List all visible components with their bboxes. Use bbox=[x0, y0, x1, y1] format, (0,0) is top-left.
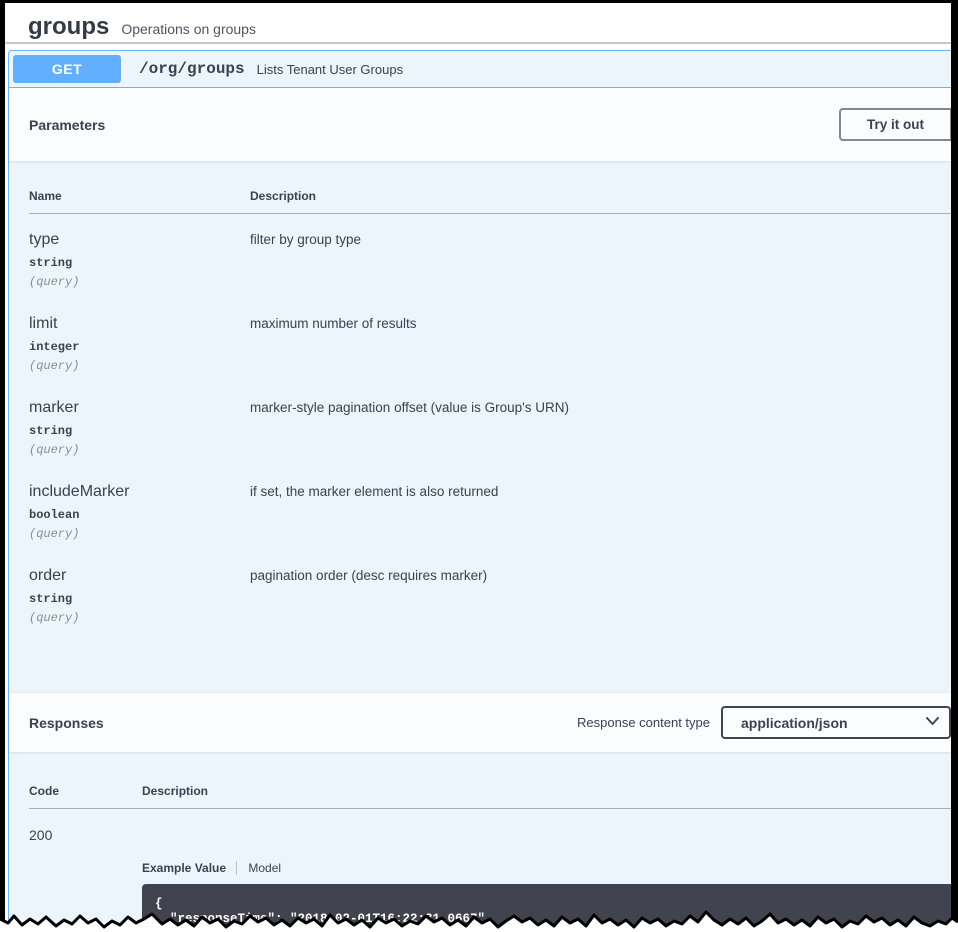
tag-title[interactable]: groups bbox=[28, 13, 109, 41]
responses-table: Code Description 200 Example Value Model… bbox=[29, 776, 951, 932]
response-content-type-container: application/json bbox=[721, 706, 951, 739]
responses-table-container: Code Description 200 Example Value Model… bbox=[9, 752, 951, 932]
try-it-out-button[interactable]: Try it out bbox=[839, 108, 951, 141]
parameters-section-header: Parameters Try it out bbox=[9, 88, 951, 161]
parameter-location: (query) bbox=[29, 443, 80, 457]
parameter-name: includeMarker bbox=[29, 483, 130, 500]
parameters-table-container: Name Description type string (query) fil… bbox=[9, 161, 951, 692]
parameter-name: limit bbox=[29, 315, 58, 332]
tag-description: Operations on groups bbox=[121, 20, 256, 37]
parameter-row: marker string (query) marker-style pagin… bbox=[29, 382, 951, 466]
parameter-description: filter by group type bbox=[250, 232, 362, 247]
operation-path: /org/groups bbox=[139, 60, 245, 78]
example-json: { "responseTime": "2018-02-01T16:22:31.0… bbox=[155, 897, 493, 932]
response-content-type-label: Response content type bbox=[577, 715, 710, 730]
parameter-description: marker-style pagination offset (value is… bbox=[250, 400, 569, 415]
parameters-description-header: Description bbox=[250, 181, 951, 214]
parameter-type: boolean bbox=[29, 508, 80, 522]
parameter-description: maximum number of results bbox=[250, 316, 417, 331]
parameter-location: (query) bbox=[29, 359, 80, 373]
parameter-location: (query) bbox=[29, 275, 80, 289]
response-row: 200 Example Value Model { "responseTime"… bbox=[29, 809, 951, 932]
responses-code-header: Code bbox=[29, 776, 142, 809]
parameter-row: includeMarker boolean (query) if set, th… bbox=[29, 466, 951, 550]
parameters-table: Name Description type string (query) fil… bbox=[29, 181, 951, 634]
responses-section-header: Responses Response content type applicat… bbox=[9, 692, 951, 752]
page-content: groups Operations on groups GET /org/gro… bbox=[5, 3, 951, 932]
parameter-type: string bbox=[29, 592, 73, 606]
parameters-bottom-spacer bbox=[29, 634, 951, 692]
tab-example-value[interactable]: Example Value bbox=[142, 861, 238, 875]
response-content-type-select[interactable]: application/json bbox=[721, 706, 951, 739]
parameter-row: limit integer (query) maximum number of … bbox=[29, 298, 951, 382]
parameter-location: (query) bbox=[29, 611, 80, 625]
parameter-row: order string (query) pagination order (d… bbox=[29, 550, 951, 634]
parameter-name: type bbox=[29, 231, 60, 248]
responses-description-header: Description bbox=[142, 776, 951, 809]
parameter-name: order bbox=[29, 567, 67, 584]
example-value-code-block: { "responseTime": "2018-02-01T16:22:31.0… bbox=[142, 884, 951, 932]
operation-summary-text: Lists Tenant User Groups bbox=[256, 61, 404, 77]
responses-title: Responses bbox=[29, 714, 104, 731]
parameter-name: marker bbox=[29, 399, 79, 416]
parameter-type: integer bbox=[29, 340, 80, 354]
parameter-description: if set, the marker element is also retur… bbox=[250, 484, 499, 499]
opblock-get: GET /org/groups Lists Tenant User Groups… bbox=[8, 50, 951, 932]
parameter-location: (query) bbox=[29, 527, 80, 541]
parameter-type: string bbox=[29, 424, 73, 438]
parameter-type: string bbox=[29, 256, 73, 270]
response-status-code: 200 bbox=[29, 827, 53, 843]
operation-summary[interactable]: GET /org/groups Lists Tenant User Groups bbox=[9, 51, 951, 88]
parameter-description: pagination order (desc requires marker) bbox=[250, 568, 488, 583]
tag-header: groups Operations on groups bbox=[5, 3, 951, 44]
response-model-tabs: Example Value Model bbox=[142, 861, 951, 875]
parameters-title: Parameters bbox=[29, 116, 106, 133]
parameter-row: type string (query) filter by group type bbox=[29, 214, 951, 299]
tab-model[interactable]: Model bbox=[240, 861, 281, 875]
parameters-name-header: Name bbox=[29, 181, 250, 214]
swagger-ui-screenshot: groups Operations on groups GET /org/gro… bbox=[0, 0, 958, 932]
method-badge-get: GET bbox=[13, 55, 121, 83]
